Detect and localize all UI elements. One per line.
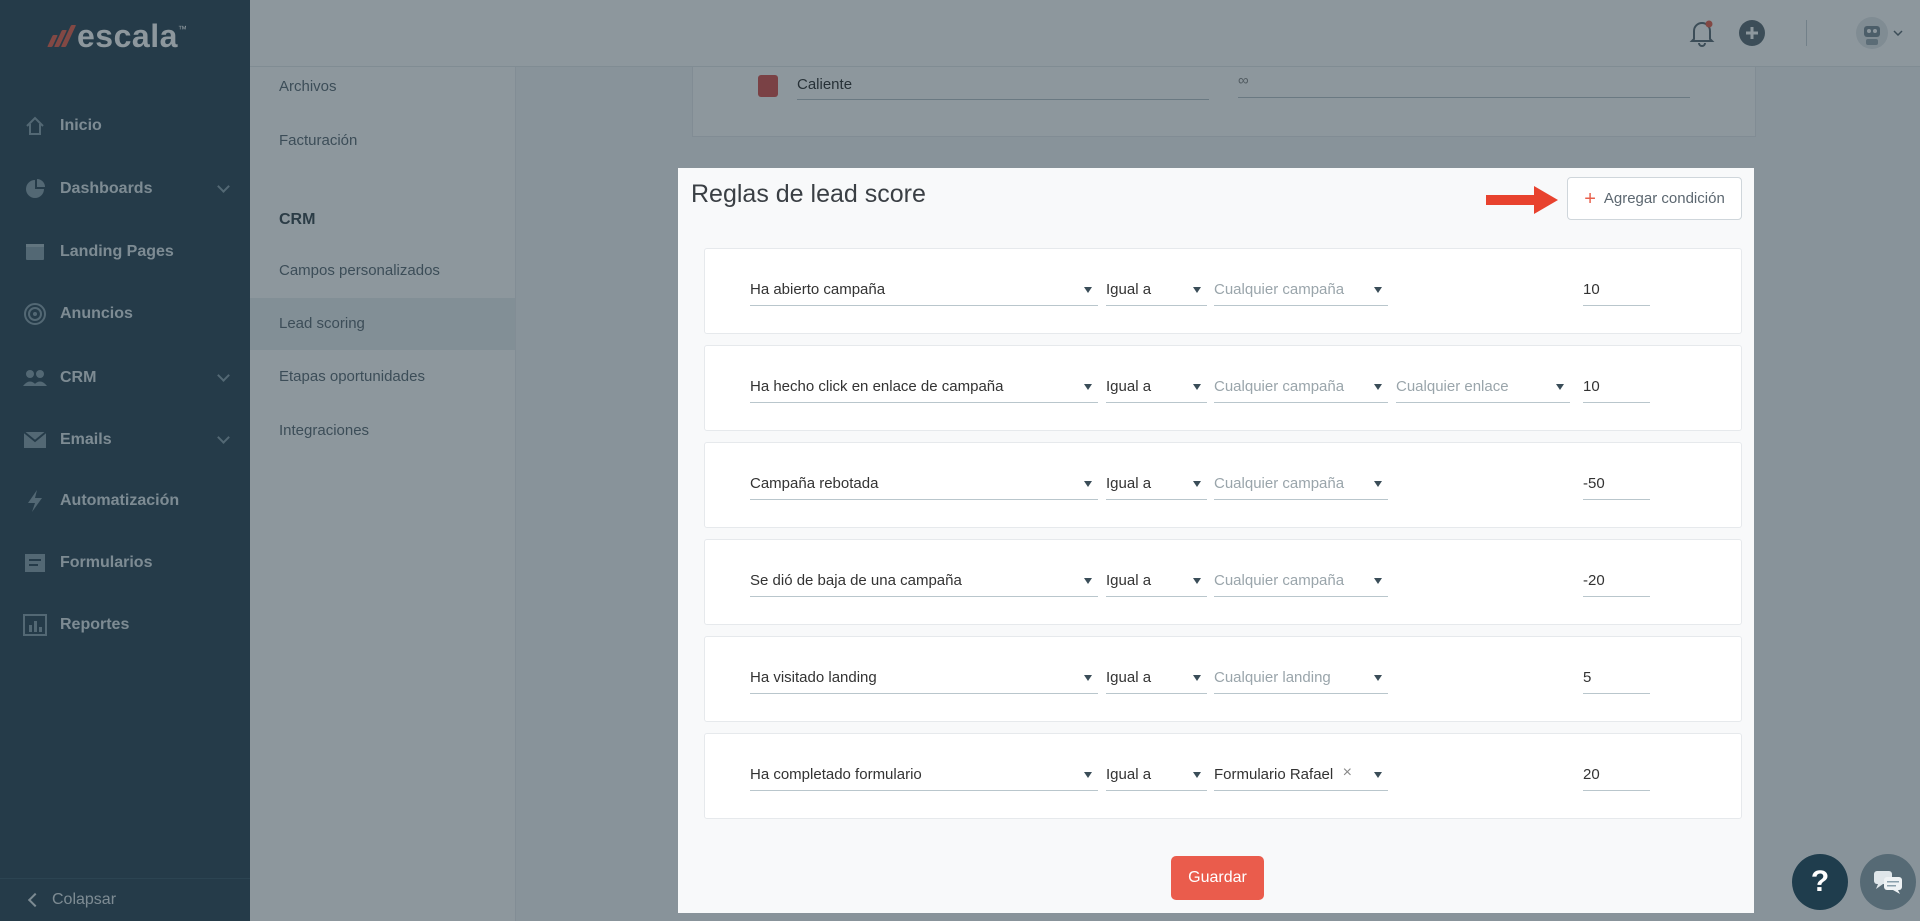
target-value: Cualquier campaña: [1214, 572, 1345, 589]
condition-value: Ha visitado landing: [750, 669, 877, 686]
condition-value: Ha completado formulario: [750, 766, 922, 783]
caret-down-icon: [1084, 287, 1092, 293]
caret-down-icon: [1374, 287, 1382, 293]
operator-select[interactable]: Igual a: [1106, 760, 1207, 791]
condition-select[interactable]: Ha visitado landing: [750, 663, 1098, 694]
plus-icon: +: [1584, 187, 1596, 210]
chat-button[interactable]: [1860, 854, 1916, 910]
target-value: Cualquier campaña: [1214, 281, 1345, 298]
target-select[interactable]: Cualquier campaña: [1214, 275, 1388, 306]
target-value: Cualquier campaña: [1214, 378, 1345, 395]
caret-down-icon: [1374, 384, 1382, 390]
link-value: Cualquier enlace: [1396, 378, 1509, 395]
operator-value: Igual a: [1106, 766, 1152, 783]
caret-down-icon: [1193, 772, 1201, 778]
chat-bubbles-icon: [1874, 871, 1902, 894]
operator-value: Igual a: [1106, 281, 1152, 298]
score-input[interactable]: 20: [1583, 760, 1650, 791]
caret-down-icon: [1193, 384, 1201, 390]
operator-value: Igual a: [1106, 572, 1152, 589]
add-condition-label: Agregar condición: [1603, 190, 1725, 207]
lead-score-rules-modal: Reglas de lead score + Agregar condición…: [678, 168, 1754, 913]
operator-value: Igual a: [1106, 669, 1152, 686]
caret-down-icon: [1193, 578, 1201, 584]
condition-value: Ha hecho click en enlace de campaña: [750, 378, 1004, 395]
condition-select[interactable]: Ha abierto campaña: [750, 275, 1098, 306]
condition-select[interactable]: Ha completado formulario: [750, 760, 1098, 791]
arrow-right-icon: [1486, 186, 1558, 214]
clear-icon[interactable]: ×: [1343, 764, 1352, 782]
help-button[interactable]: ?: [1792, 854, 1848, 910]
condition-value: Se dió de baja de una campaña: [750, 572, 962, 589]
score-input[interactable]: -50: [1583, 469, 1650, 500]
caret-down-icon: [1084, 384, 1092, 390]
operator-value: Igual a: [1106, 475, 1152, 492]
target-select[interactable]: Formulario Rafael ×: [1214, 760, 1388, 791]
rule-row: Ha visitado landing Igual a Cualquier la…: [704, 636, 1742, 722]
operator-select[interactable]: Igual a: [1106, 372, 1207, 403]
save-button[interactable]: Guardar: [1171, 856, 1264, 900]
caret-down-icon: [1084, 675, 1092, 681]
condition-select[interactable]: Ha hecho click en enlace de campaña: [750, 372, 1098, 403]
add-condition-button[interactable]: + Agregar condición: [1567, 177, 1742, 220]
caret-down-icon: [1374, 481, 1382, 487]
caret-down-icon: [1084, 578, 1092, 584]
score-input[interactable]: 10: [1583, 275, 1650, 306]
modal-title: Reglas de lead score: [691, 180, 926, 208]
condition-value: Campaña rebotada: [750, 475, 879, 492]
condition-select[interactable]: Campaña rebotada: [750, 469, 1098, 500]
caret-down-icon: [1084, 772, 1092, 778]
target-select[interactable]: Cualquier campaña: [1214, 372, 1388, 403]
score-input[interactable]: -20: [1583, 566, 1650, 597]
rule-row: Se dió de baja de una campaña Igual a Cu…: [704, 539, 1742, 625]
target-value: Cualquier landing: [1214, 669, 1331, 686]
caret-down-icon: [1374, 772, 1382, 778]
target-value: Formulario Rafael: [1214, 766, 1334, 783]
rule-row: Ha completado formulario Igual a Formula…: [704, 733, 1742, 819]
operator-select[interactable]: Igual a: [1106, 275, 1207, 306]
link-select[interactable]: Cualquier enlace: [1396, 372, 1570, 403]
caret-down-icon: [1374, 675, 1382, 681]
question-mark-icon: ?: [1810, 865, 1830, 898]
rule-row: Campaña rebotada Igual a Cualquier campa…: [704, 442, 1742, 528]
score-input[interactable]: 10: [1583, 372, 1650, 403]
operator-select[interactable]: Igual a: [1106, 566, 1207, 597]
condition-select[interactable]: Se dió de baja de una campaña: [750, 566, 1098, 597]
caret-down-icon: [1374, 578, 1382, 584]
caret-down-icon: [1193, 675, 1201, 681]
target-select[interactable]: Cualquier landing: [1214, 663, 1388, 694]
caret-down-icon: [1556, 384, 1564, 390]
operator-select[interactable]: Igual a: [1106, 469, 1207, 500]
target-select[interactable]: Cualquier campaña: [1214, 469, 1388, 500]
condition-value: Ha abierto campaña: [750, 281, 886, 298]
rule-row: Ha hecho click en enlace de campaña Igua…: [704, 345, 1742, 431]
score-input[interactable]: 5: [1583, 663, 1650, 694]
caret-down-icon: [1193, 287, 1201, 293]
rule-row: Ha abierto campaña Igual a Cualquier cam…: [704, 248, 1742, 334]
operator-value: Igual a: [1106, 378, 1152, 395]
caret-down-icon: [1084, 481, 1092, 487]
caret-down-icon: [1193, 481, 1201, 487]
operator-select[interactable]: Igual a: [1106, 663, 1207, 694]
target-select[interactable]: Cualquier campaña: [1214, 566, 1388, 597]
target-value: Cualquier campaña: [1214, 475, 1345, 492]
